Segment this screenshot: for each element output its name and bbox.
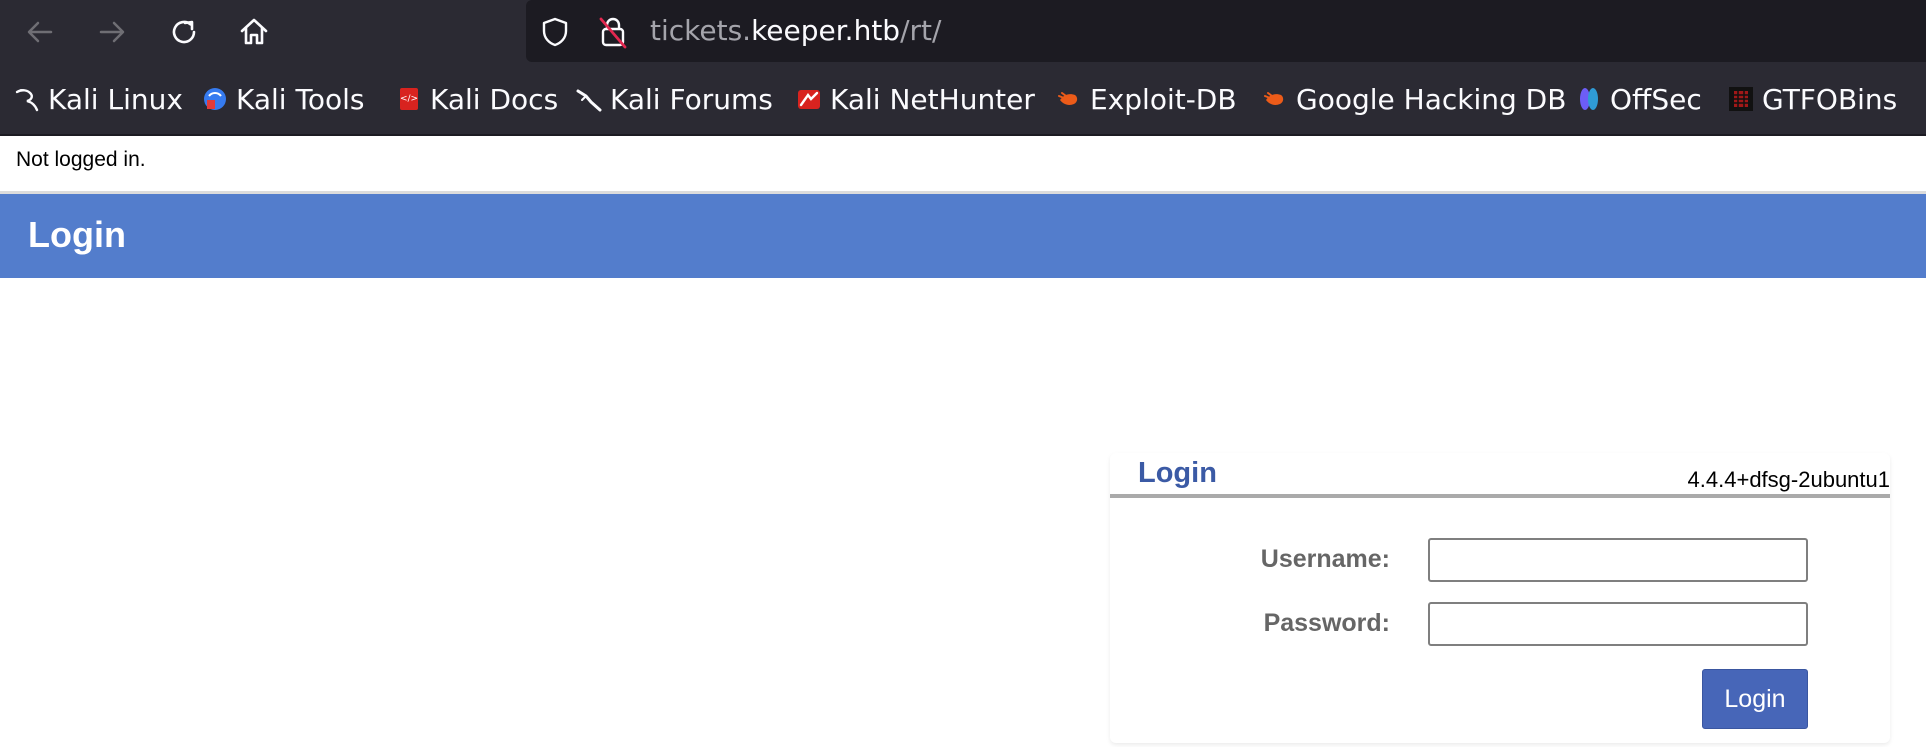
- offsec-icon: [1580, 88, 1598, 110]
- bookmark-gtfobins[interactable]: GTFOBins: [1728, 80, 1897, 118]
- back-button[interactable]: [20, 12, 60, 52]
- rt-version-label: 4.4.4+dfsg-2ubuntu1: [1687, 467, 1890, 492]
- kali-forums-icon: [576, 89, 602, 112]
- bookmark-label: Kali Tools: [236, 82, 365, 116]
- bookmark-label: OffSec: [1610, 82, 1702, 116]
- kali-docs-icon: </>: [400, 88, 418, 110]
- bookmark-offsec[interactable]: OffSec: [1576, 80, 1702, 118]
- bookmark-label: Kali Forums: [610, 82, 773, 116]
- bookmark-kali-docs[interactable]: </> Kali Docs: [396, 80, 558, 118]
- page-title: Login: [28, 214, 126, 255]
- bookmark-label: Kali NetHunter: [830, 82, 1035, 116]
- password-label: Password:: [1263, 609, 1390, 637]
- bookmarks-toolbar: Kali Linux Kali Tools </> Kali Docs Kali…: [0, 64, 1926, 136]
- kali-dragon-icon: [15, 89, 39, 112]
- bookmark-google-hacking-db[interactable]: Google Hacking DB: [1262, 80, 1566, 118]
- kali-tools-icon: [204, 88, 226, 110]
- forward-button[interactable]: [92, 12, 132, 52]
- username-label: Username:: [1260, 545, 1390, 573]
- login-panel: Login 4.4.4+dfsg-2ubuntu1 Username: Pass…: [1110, 453, 1890, 743]
- browser-toolbar: tickets.keeper.htb/rt/: [0, 0, 1926, 64]
- url-subdomain: tickets.: [650, 14, 752, 47]
- bookmark-label: Google Hacking DB: [1296, 82, 1567, 116]
- username-input[interactable]: [1428, 538, 1808, 582]
- svg-text:</>: </>: [400, 94, 418, 104]
- bookmark-kali-linux[interactable]: Kali Linux: [14, 80, 183, 118]
- bookmark-kali-nethunter[interactable]: Kali NetHunter: [796, 80, 1035, 118]
- reload-icon: [172, 20, 196, 44]
- home-icon: [240, 18, 268, 45]
- login-panel-title: Login: [1138, 457, 1217, 489]
- url-path: /rt/: [900, 14, 942, 47]
- exploit-db-icon: [1058, 92, 1078, 105]
- panel-title-rule: [1110, 494, 1890, 498]
- forward-arrow-icon: [99, 21, 125, 43]
- login-button[interactable]: Login: [1702, 669, 1808, 729]
- password-input[interactable]: [1428, 602, 1808, 646]
- url-host: keeper.htb: [751, 14, 901, 47]
- tracking-protection-shield-icon[interactable]: [540, 16, 570, 48]
- bookmark-label: Kali Linux: [48, 82, 183, 116]
- gtfobins-icon: [1729, 87, 1753, 111]
- bookmark-exploit-db[interactable]: Exploit-DB: [1056, 80, 1237, 118]
- bookmark-label: Exploit-DB: [1090, 82, 1237, 116]
- home-button[interactable]: [234, 12, 274, 52]
- address-bar[interactable]: tickets.keeper.htb/rt/: [526, 0, 1926, 62]
- back-arrow-icon: [27, 21, 53, 43]
- bookmark-label: Kali Docs: [430, 82, 559, 116]
- bookmark-label: GTFOBins: [1762, 82, 1898, 116]
- google-hacking-db-icon: [1264, 92, 1284, 105]
- bookmark-kali-tools[interactable]: Kali Tools: [202, 80, 364, 118]
- reload-button[interactable]: [164, 12, 204, 52]
- kali-nethunter-icon: [798, 90, 820, 109]
- url-text[interactable]: tickets.keeper.htb/rt/: [650, 14, 941, 48]
- insecure-lock-icon[interactable]: [598, 15, 628, 49]
- bookmark-kali-forums[interactable]: Kali Forums: [576, 80, 773, 118]
- page-header: Login: [0, 194, 1926, 278]
- login-status-text: Not logged in.: [16, 148, 146, 171]
